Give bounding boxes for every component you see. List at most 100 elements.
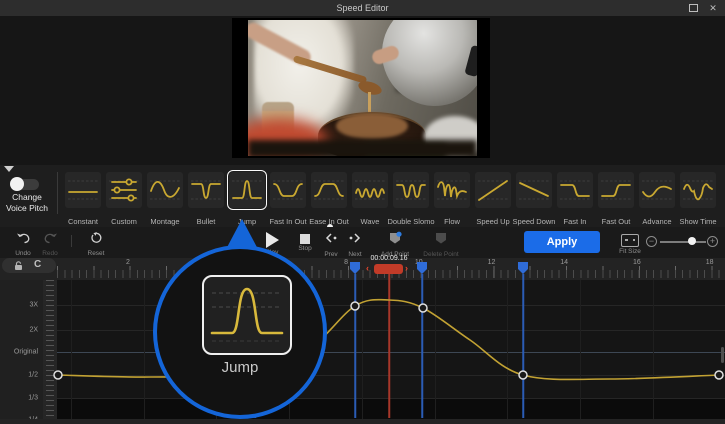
vertical-gridline <box>507 280 509 419</box>
preset-curve-icon <box>437 180 467 200</box>
vertical-gridline <box>434 280 436 419</box>
ruler-tools: C <box>2 258 56 273</box>
maximize-button[interactable] <box>687 3 699 13</box>
food-shape <box>336 113 408 139</box>
preset-tile-flow[interactable]: Flow <box>434 172 470 226</box>
jump-curve-icon <box>210 287 284 342</box>
undo-button[interactable]: Undo <box>8 231 38 257</box>
callout-label: Jump <box>221 359 259 376</box>
preset-tile-show-time[interactable]: Show Time <box>679 172 717 226</box>
preset-tile-advance[interactable]: Advance <box>639 172 675 226</box>
close-button[interactable]: ✕ <box>707 3 719 13</box>
preset-curve-icon <box>601 180 631 200</box>
curve-control-point[interactable] <box>518 370 528 380</box>
divider <box>57 172 58 214</box>
speed-graph[interactable]: 3X2XOriginal1/21/31/4 <box>0 280 725 424</box>
preset-tile-bullet[interactable]: Bullet <box>188 172 224 226</box>
maximize-icon <box>688 4 698 12</box>
y-axis-ruler <box>43 280 57 424</box>
preset-tile-speed-up[interactable]: Speed Up <box>475 172 511 226</box>
jump-preset-callout: Jump <box>153 245 327 419</box>
preset-tile-jump[interactable]: Jump <box>227 170 267 226</box>
keyframe-marker-line <box>354 274 356 418</box>
preset-curve-icon <box>273 180 303 200</box>
redo-icon <box>44 233 57 244</box>
stop-button[interactable]: Stop <box>294 231 316 252</box>
preset-tile-constant[interactable]: Constant <box>65 172 101 226</box>
undo-icon <box>16 233 29 244</box>
curve-control-point[interactable] <box>714 370 724 380</box>
zoom-out-button[interactable]: − <box>646 236 657 247</box>
fit-size-button[interactable]: Fit Size <box>615 231 645 255</box>
vertical-gridline <box>71 280 72 419</box>
next-icon <box>349 233 361 243</box>
play-icon <box>265 232 279 248</box>
preset-tile-ease-in-out[interactable]: Ease In Out <box>309 172 349 226</box>
ruler-number: 12 <box>487 259 496 266</box>
y-axis-labels: 3X2XOriginal1/21/31/4 <box>0 280 43 424</box>
ruler-number: 14 <box>560 259 569 266</box>
prev-button[interactable]: Prev <box>321 231 341 258</box>
curve-control-point[interactable] <box>53 370 63 380</box>
preset-tile-fast-out[interactable]: Fast Out <box>598 172 634 226</box>
playhead-scrubber[interactable] <box>374 264 403 274</box>
preset-tile-montage[interactable]: Montage <box>147 172 183 226</box>
scrub-left-icon[interactable]: ‹ <box>366 262 369 274</box>
voice-pitch-toggle[interactable] <box>10 177 39 191</box>
horizontal-gridline <box>57 398 725 399</box>
vertical-gridline <box>143 280 145 419</box>
video-preview[interactable] <box>248 20 477 156</box>
preset-tile-double-slomo[interactable]: Double Slomo <box>387 172 435 226</box>
playhead-line[interactable] <box>388 264 390 418</box>
pot-shape <box>370 20 477 118</box>
jump-preset-zoomed-tile[interactable] <box>202 275 292 355</box>
video-frame <box>232 18 490 158</box>
preset-tile-speed-down[interactable]: Speed Down <box>513 172 555 226</box>
preset-tile-fast-in-out[interactable]: Fast In Out <box>269 172 307 226</box>
ruler-number: 2 <box>126 259 130 266</box>
preset-curve-icon <box>519 180 549 200</box>
bottom-strip <box>0 419 725 424</box>
curve-tool-icon[interactable]: C <box>34 259 41 270</box>
add-point-button[interactable]: Add Point <box>374 231 416 258</box>
preset-curve-icon <box>560 180 590 200</box>
preset-tile-wave[interactable]: Wave <box>352 172 388 226</box>
collapse-arrow-icon[interactable] <box>4 166 14 172</box>
redo-button[interactable]: Redo <box>36 231 64 257</box>
toggle-knob[interactable] <box>10 177 24 191</box>
stop-icon <box>300 234 310 244</box>
reset-icon <box>90 232 101 243</box>
ruler-number: 8 <box>344 259 349 266</box>
delete-point-button[interactable]: Delete Point <box>418 231 464 258</box>
zoom-in-button[interactable]: + <box>707 236 718 247</box>
preset-curve-icon <box>109 178 139 202</box>
vertical-scrollbar[interactable] <box>721 347 724 363</box>
ruler-number: 18 <box>705 259 714 266</box>
preset-curve-icon <box>396 180 426 200</box>
reset-button[interactable]: Reset <box>82 231 110 257</box>
add-point-icon <box>390 231 402 244</box>
graph-lower-band <box>57 398 725 419</box>
title-bar[interactable]: Speed Editor ✕ <box>0 0 725 16</box>
lock-icon[interactable] <box>14 260 23 271</box>
zoom-slider-handle[interactable] <box>688 237 696 245</box>
delete-point-icon <box>436 233 446 244</box>
y-axis-label: 1/2 <box>28 371 38 379</box>
scrub-right-icon[interactable]: › <box>405 262 408 274</box>
preset-curve-icon <box>478 180 508 201</box>
preset-label: Show Time <box>679 217 717 226</box>
preset-tile-custom[interactable]: Custom <box>106 172 142 226</box>
curve-control-point[interactable] <box>418 303 428 313</box>
curve-control-point[interactable] <box>350 301 360 311</box>
preset-curve-icon <box>150 180 180 200</box>
preset-curve-icon <box>355 180 385 200</box>
table-shadow-shape <box>248 140 477 156</box>
prev-icon <box>325 233 337 243</box>
next-button[interactable]: Next <box>345 231 365 258</box>
playhead-time: 00:00:09.16 <box>370 255 408 262</box>
keyframe-marker-line <box>421 274 423 418</box>
zoom-slider-track[interactable] <box>660 241 706 243</box>
apply-button[interactable]: Apply <box>524 231 600 253</box>
timeline-ruler[interactable]: C 24681012141618 00:00:09.16 ‹ › <box>0 255 725 280</box>
preset-tile-fast-in[interactable]: Fast In <box>557 172 593 226</box>
